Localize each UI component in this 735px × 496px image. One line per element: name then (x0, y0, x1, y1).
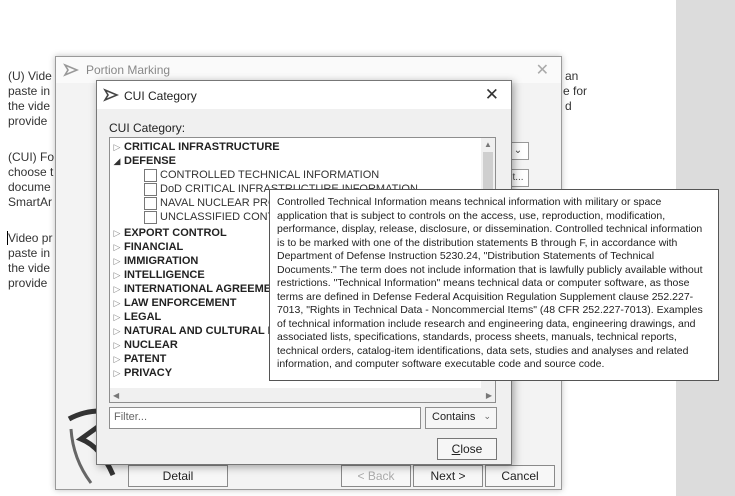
checkbox-unclassified-controlled[interactable] (144, 211, 157, 224)
arrowhead-logo-icon (63, 63, 79, 77)
tree-item-label: INTERNATIONAL AGREEME (124, 283, 272, 295)
scroll-right-icon[interactable]: ▶ (486, 391, 492, 400)
doc-text-line: choose t (8, 165, 54, 179)
doc-text-line: provide (8, 114, 48, 128)
tree-item-law-enforcement[interactable]: ▷ LAW ENFORCEMENT (110, 296, 237, 310)
tree-item-label: NATURAL AND CULTURAL R (124, 325, 276, 337)
tree-item-label: PATENT (124, 353, 167, 365)
cancel-button[interactable]: Cancel (485, 465, 555, 487)
scroll-up-icon[interactable]: ▲ (484, 140, 492, 149)
tree-item-international-agreements[interactable]: ▷ INTERNATIONAL AGREEME (110, 282, 272, 296)
tree-item-natural-and-cultural[interactable]: ▷ NATURAL AND CULTURAL R (110, 324, 276, 338)
tree-item-nuclear[interactable]: ▷ NUCLEAR (110, 338, 178, 352)
scrollbar-thumb[interactable] (483, 152, 493, 192)
doc-text-line: (CUI) Fo (8, 150, 54, 164)
tree-item-label: LEGAL (124, 311, 162, 323)
filter-mode-select[interactable]: Contains ⌄ (425, 407, 497, 429)
doc-text-fragment: d (565, 99, 572, 113)
tree-item-label: LAW ENFORCEMENT (124, 297, 237, 309)
doc-text-line: the vide (8, 261, 51, 275)
checkbox-dod-critical-infrastructure[interactable] (144, 183, 157, 196)
triangle-right-icon[interactable]: ▷ (110, 324, 124, 338)
tree-item-label: FINANCIAL (124, 241, 184, 253)
triangle-right-icon[interactable]: ▷ (110, 338, 124, 352)
doc-text-line: the vide (8, 99, 51, 113)
triangle-right-icon[interactable]: ▷ (110, 296, 124, 310)
triangle-right-icon[interactable]: ▷ (110, 366, 124, 380)
close-button[interactable]: Close (437, 438, 497, 460)
close-icon[interactable]: ✕ (485, 85, 499, 105)
triangle-right-icon[interactable]: ▷ (110, 240, 124, 254)
checkbox-naval-nuclear[interactable] (144, 197, 157, 210)
doc-text-line: Video pr (8, 231, 53, 245)
tree-child-label: NAVAL NUCLEAR PROP (160, 197, 284, 209)
doc-text-line: paste in (8, 84, 51, 98)
tree-item-label: NUCLEAR (124, 339, 178, 351)
filter-placeholder: Filter... (114, 411, 148, 423)
next-button[interactable]: Next > (413, 465, 483, 487)
text-cursor (7, 231, 8, 245)
triangle-right-icon[interactable]: ▷ (110, 140, 124, 154)
tree-horizontal-scrollbar[interactable]: ◀ ▶ (110, 388, 495, 402)
tree-item-label: CRITICAL INFRASTRUCTURE (124, 141, 280, 153)
cui-category-title: CUI Category (124, 89, 197, 103)
detail-button[interactable]: Detail (128, 465, 228, 487)
cui-category-titlebar: CUI Category ✕ (97, 81, 511, 109)
tree-item-label: PRIVACY (124, 367, 173, 379)
doc-text-line: provide (8, 276, 48, 290)
definition-tooltip: Controlled Technical Information means t… (269, 189, 719, 381)
doc-text-line: paste in (8, 246, 51, 260)
triangle-down-icon[interactable]: ◢ (110, 154, 124, 168)
triangle-right-icon[interactable]: ▷ (110, 352, 124, 366)
doc-text-fragment: e for (563, 84, 588, 98)
portion-marking-title: Portion Marking (86, 63, 171, 77)
back-button[interactable]: < Back (341, 465, 411, 487)
tree-item-export-control[interactable]: ▷ EXPORT CONTROL (110, 226, 227, 240)
tree-child-label: UNCLASSIFIED CONTR (160, 211, 283, 223)
cui-category-label: CUI Category: (109, 121, 186, 135)
close-icon[interactable]: ✕ (536, 60, 549, 80)
arrowhead-logo-icon (103, 88, 119, 102)
tree-item-financial[interactable]: ▷ FINANCIAL (110, 240, 184, 254)
doc-text-line: docume (8, 180, 51, 194)
tree-item-label: INTELLIGENCE (124, 269, 205, 281)
filter-mode-value: Contains (432, 411, 476, 423)
doc-text-fragment: an (565, 69, 579, 83)
triangle-right-icon[interactable]: ▷ (110, 268, 124, 282)
tree-item-label: DEFENSE (124, 155, 176, 167)
filter-input[interactable]: Filter... (109, 407, 421, 429)
scroll-left-icon[interactable]: ◀ (113, 391, 119, 400)
tree-item-legal[interactable]: ▷ LEGAL (110, 310, 162, 324)
tree-child-label: CONTROLLED TECHNICAL INFORMATION (160, 169, 380, 181)
tree-item-critical-infrastructure[interactable]: ▷ CRITICAL INFRASTRUCTURE (110, 140, 280, 154)
triangle-right-icon[interactable]: ▷ (110, 226, 124, 240)
chevron-down-icon: ⌄ (483, 411, 491, 421)
checkbox-controlled-technical-information[interactable] (144, 169, 157, 182)
tree-item-immigration[interactable]: ▷ IMMIGRATION (110, 254, 199, 268)
tree-item-label: IMMIGRATION (124, 255, 199, 267)
triangle-right-icon[interactable]: ▷ (110, 254, 124, 268)
tree-item-patent[interactable]: ▷ PATENT (110, 352, 167, 366)
tree-item-intelligence[interactable]: ▷ INTELLIGENCE (110, 268, 205, 282)
triangle-right-icon[interactable]: ▷ (110, 282, 124, 296)
doc-text-line: SmartAr (8, 195, 53, 209)
tree-item-label: EXPORT CONTROL (124, 227, 227, 239)
triangle-right-icon[interactable]: ▷ (110, 310, 124, 324)
tree-item-defense[interactable]: ◢ DEFENSE (110, 154, 176, 168)
tooltip-text: Controlled Technical Information means t… (277, 196, 703, 370)
doc-text-line: (U) Vide (8, 69, 52, 83)
tree-item-privacy[interactable]: ▷ PRIVACY (110, 366, 173, 380)
